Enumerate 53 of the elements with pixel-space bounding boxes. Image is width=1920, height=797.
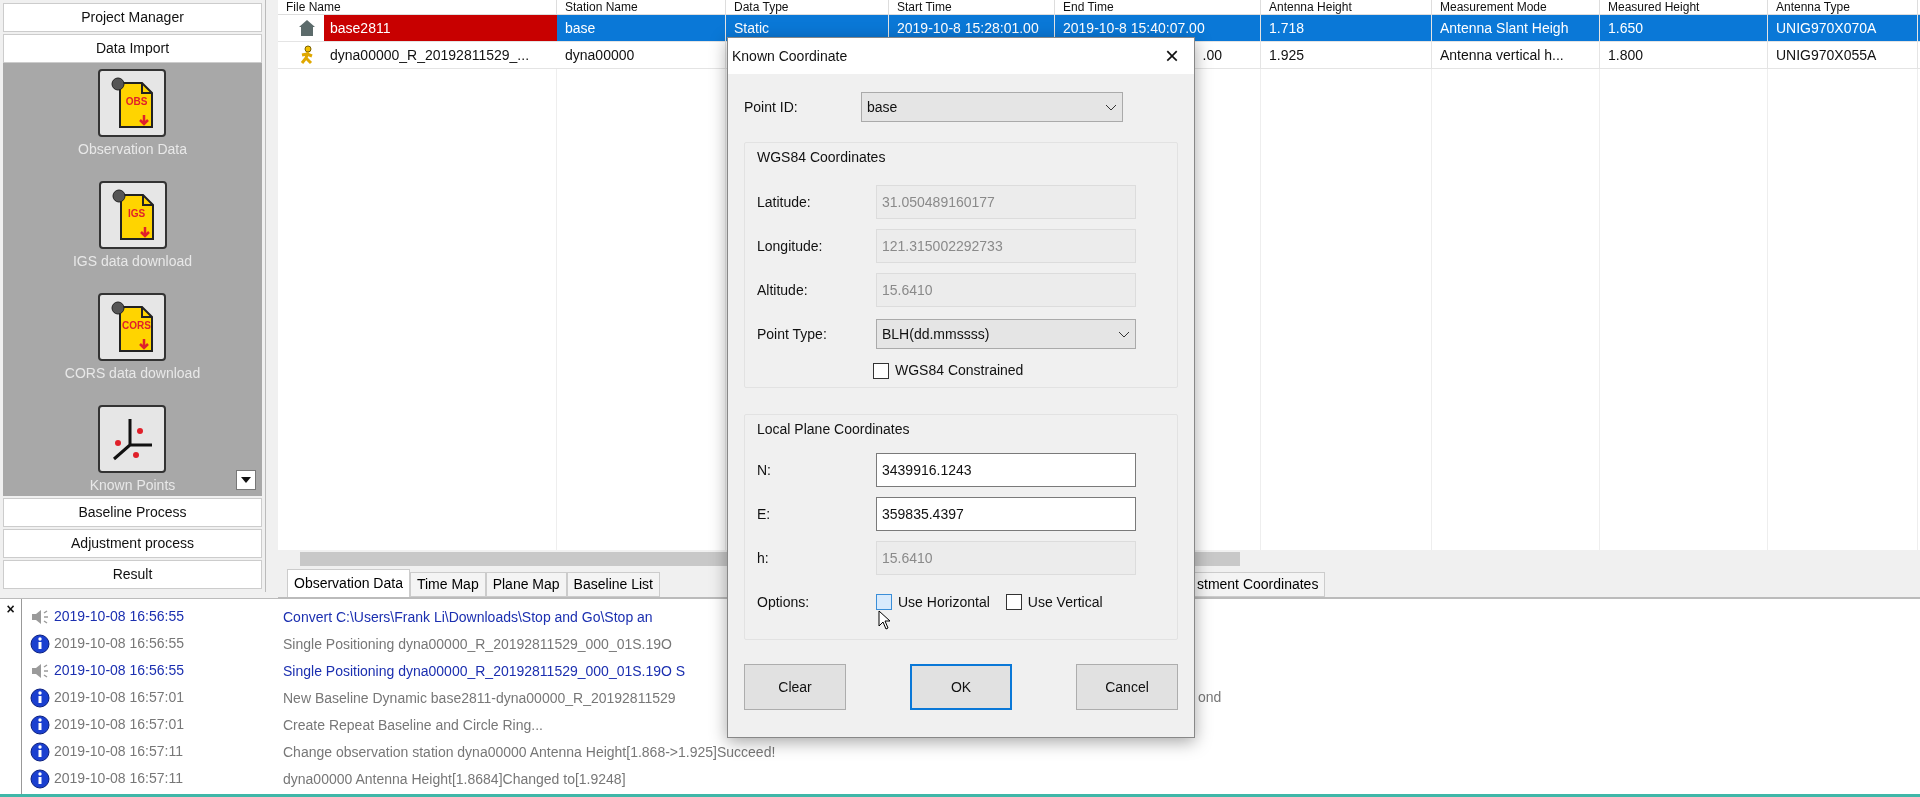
table-cell-text: Antenna vertical h... bbox=[1440, 45, 1564, 65]
log-message: dyna00000 Antenna Height[1.8684]Changed to[1.9248] bbox=[283, 770, 626, 787]
table-cell-text: dyna00000 bbox=[565, 45, 635, 65]
file-type-label: CORS bbox=[121, 321, 152, 331]
group-title: Local Plane Coordinates bbox=[756, 420, 911, 439]
field-label: E: bbox=[756, 504, 772, 524]
tool-label: Known Points bbox=[89, 477, 176, 493]
log-time: 2019-10-08 16:56:55 bbox=[54, 661, 185, 680]
checkbox-label: Use Vertical bbox=[1027, 592, 1103, 612]
table-cell-text: .00 bbox=[1202, 45, 1222, 65]
log-message: Single Positioning dyna00000_R_20192811529_000_01S.19O bbox=[283, 635, 672, 652]
field-label: Latitude: bbox=[756, 192, 812, 212]
table-cell-text: 1.800 bbox=[1608, 45, 1644, 65]
log-message: Change observation station dyna00000 Antenna Height[1.868->1.925]Succeed! bbox=[283, 743, 776, 760]
group-title: WGS84 Coordinates bbox=[756, 148, 887, 167]
log-message: Single Positioning dyna00000_R_20192811529_000_01S.19O S bbox=[283, 662, 686, 679]
table-cell-text: UNIG970X070A bbox=[1776, 18, 1877, 38]
log-message: ond bbox=[1198, 688, 1222, 707]
log-message: Create Repeat Baseline and Circle Ring... bbox=[283, 716, 543, 733]
field-label: N: bbox=[756, 460, 772, 480]
field-label: Options: bbox=[756, 592, 811, 612]
field-label: Point ID: bbox=[744, 97, 799, 117]
checkbox-label: Use Horizontal bbox=[898, 592, 990, 612]
table-cell-text: base bbox=[565, 18, 596, 38]
table-cell-text: 1.925 bbox=[1269, 45, 1305, 65]
table-cell-text: Static bbox=[734, 18, 769, 38]
table-cell-text: Antenna Slant Heigh bbox=[1440, 18, 1569, 38]
table-cell: base2811 bbox=[324, 15, 557, 41]
log-time: 2019-10-08 16:57:01 bbox=[54, 715, 185, 734]
file-type-label: OBS bbox=[124, 97, 149, 107]
table-cell-text: UNIG970X055A bbox=[1776, 45, 1877, 65]
log-time: 2019-10-08 16:57:11 bbox=[54, 742, 184, 761]
tool-label: CORS data download bbox=[64, 365, 201, 381]
tool-label: IGS data download bbox=[72, 253, 193, 269]
table-cell-text: 1.650 bbox=[1608, 18, 1644, 38]
log-time: 2019-10-08 16:57:11 bbox=[54, 769, 184, 788]
tool-label: Observation Data bbox=[78, 141, 187, 157]
log-time: 2019-10-08 16:56:55 bbox=[54, 607, 185, 626]
field-label: Altitude: bbox=[756, 280, 809, 300]
log-message: Convert C:\Users\Frank Li\Downloads\Stop and Go\Stop an bbox=[283, 608, 653, 625]
field-label: h: bbox=[756, 548, 770, 568]
log-time: 2019-10-08 16:56:55 bbox=[54, 634, 185, 653]
checkbox-label: WGS84 Constrained bbox=[895, 361, 1024, 380]
window-title: Known Coordinate bbox=[732, 46, 848, 66]
table-cell-text: dyna00000_R_20192811529_... bbox=[329, 45, 531, 65]
file-type-label: IGS bbox=[126, 209, 147, 219]
log-message: New Baseline Dynamic base2811-dyna00000_R_20192811529 bbox=[283, 689, 676, 706]
field-label: Longitude: bbox=[756, 236, 824, 256]
table-cell-text: 1.718 bbox=[1269, 18, 1305, 38]
field-label: Point Type: bbox=[756, 324, 828, 344]
log-time: 2019-10-08 16:57:01 bbox=[54, 688, 185, 707]
table-cell-text: 2019-10-8 15:40:07.00 bbox=[1063, 18, 1205, 38]
table-cell-text: 2019-10-8 15:28:01.00 bbox=[897, 18, 1039, 38]
